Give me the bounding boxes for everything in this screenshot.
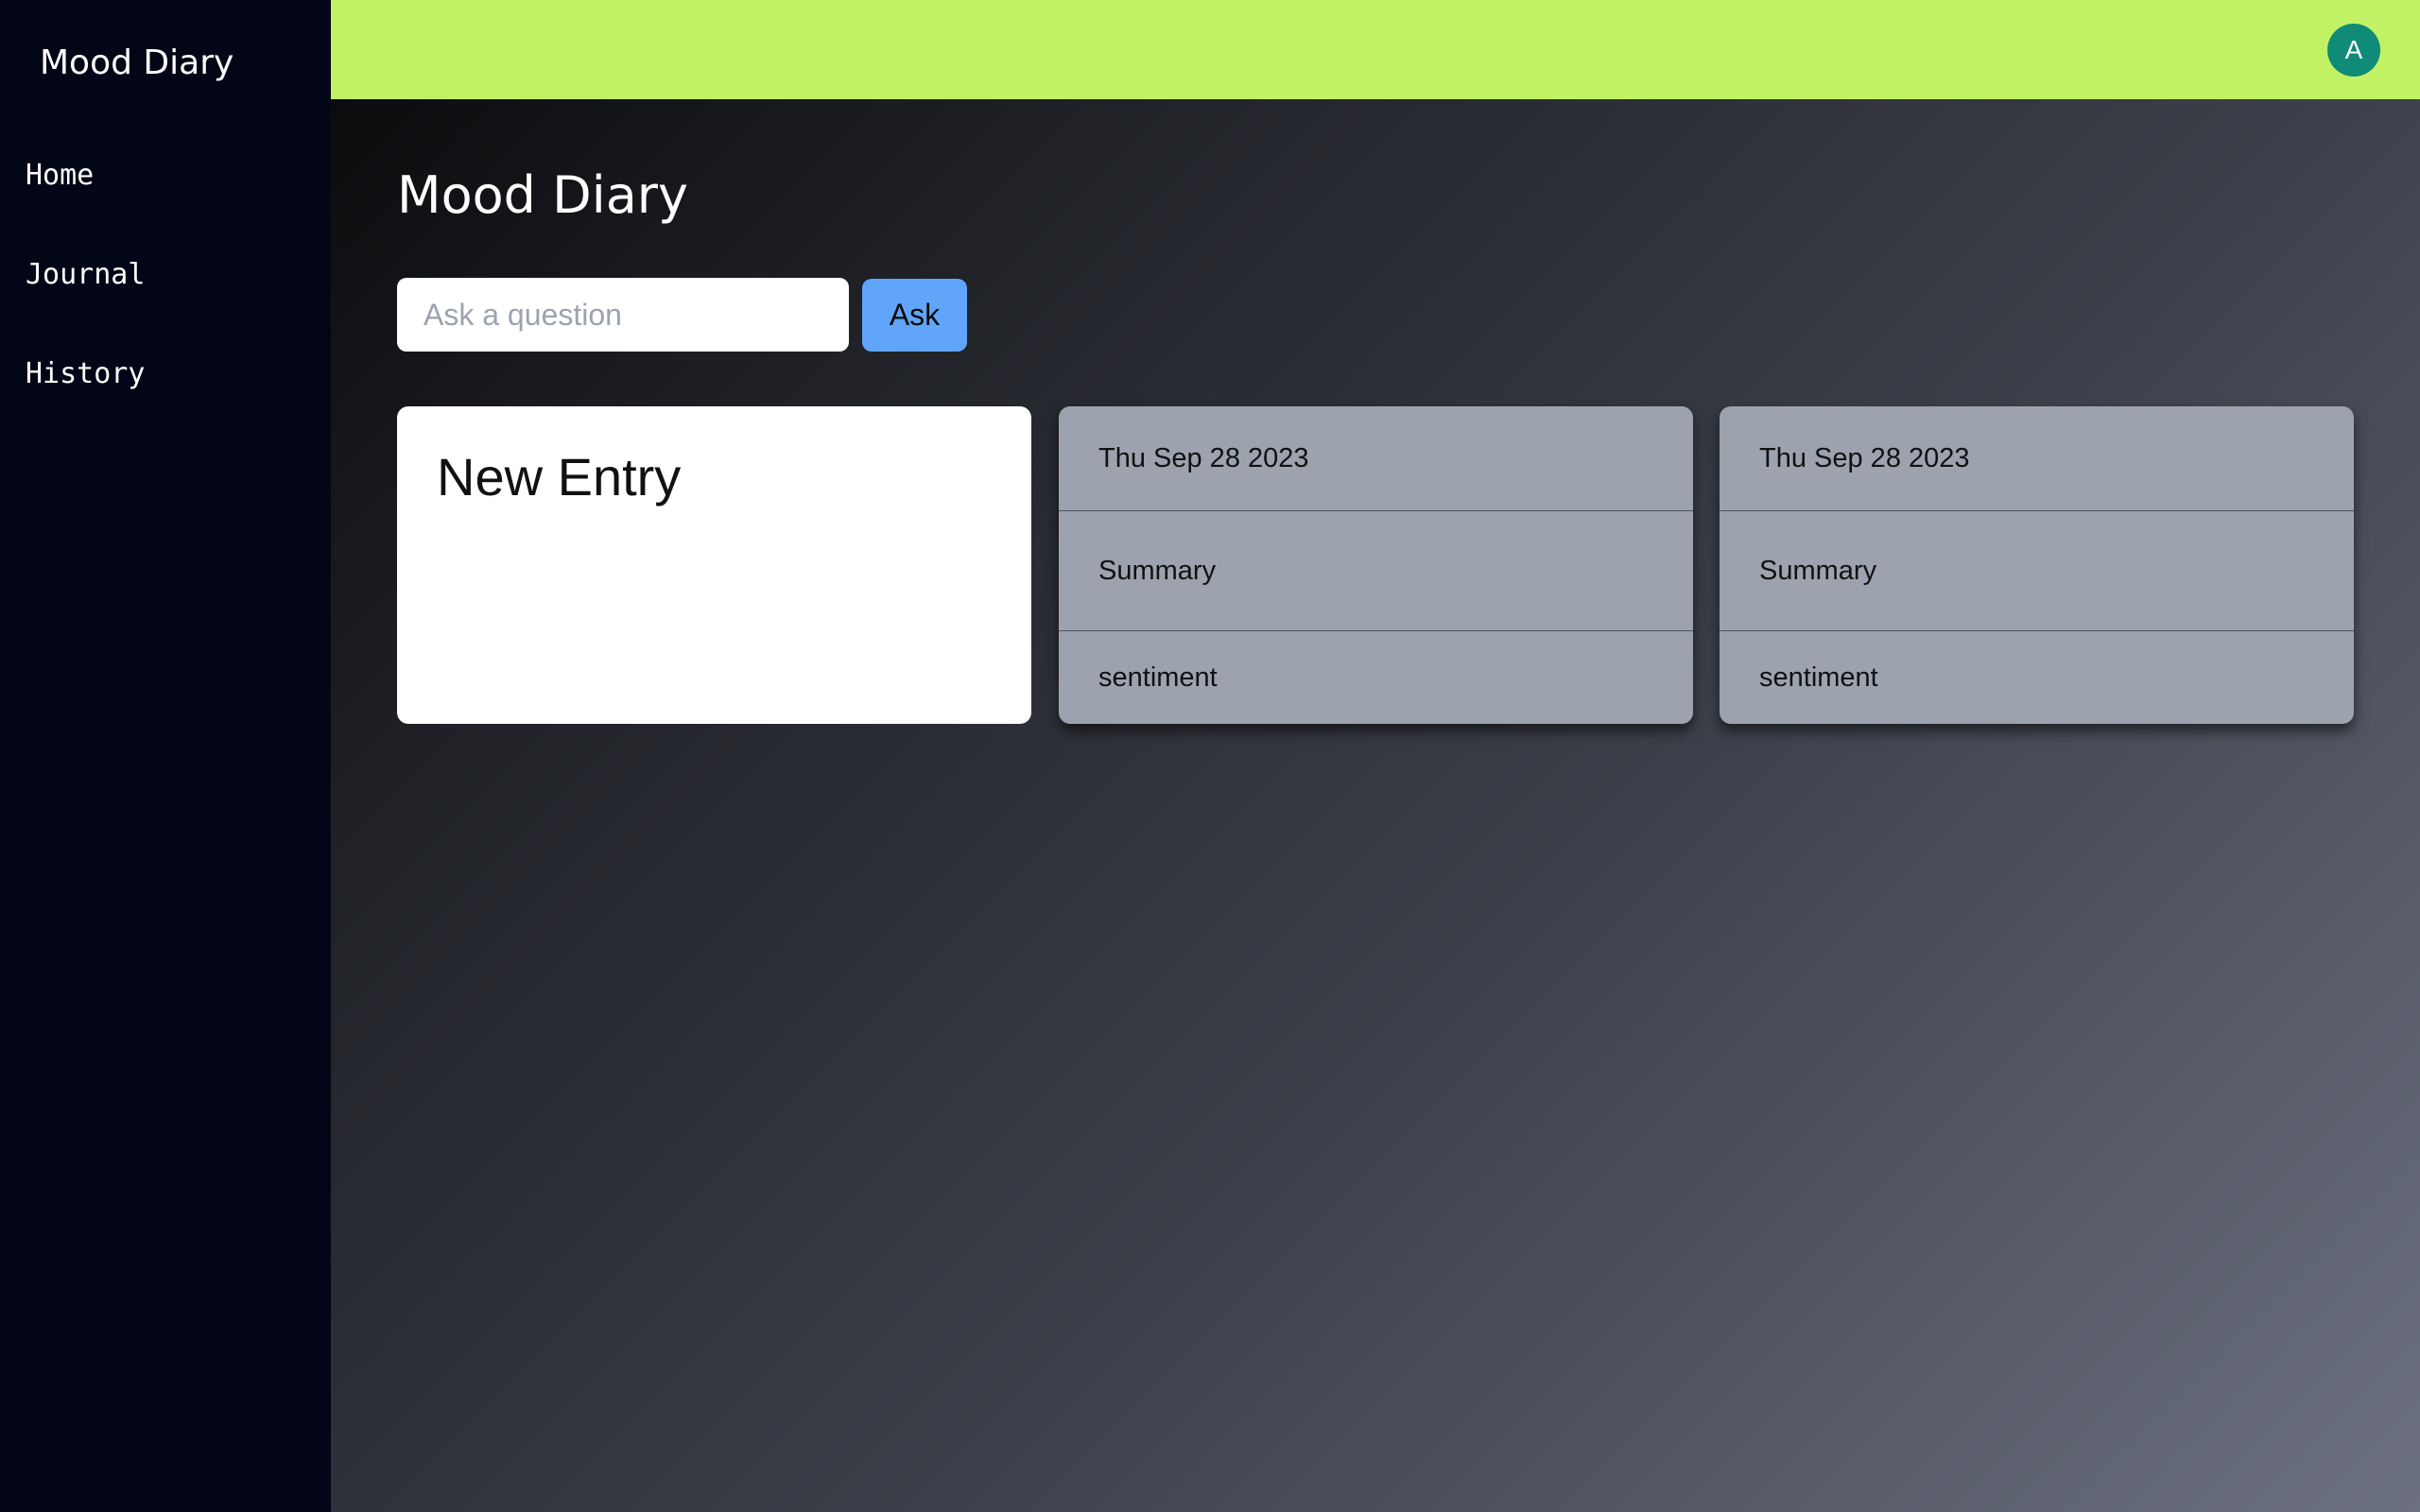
top-bar	[331, 0, 2420, 99]
entry-sentiment: sentiment	[1098, 662, 1218, 693]
app-root: Mood Diary Home Journal History A Mood D…	[0, 0, 2420, 1512]
page-title: Mood Diary	[397, 165, 688, 225]
entry-summary: Summary	[1720, 511, 2354, 631]
question-input[interactable]	[397, 278, 849, 352]
new-entry-label: New Entry	[437, 447, 682, 507]
entry-card[interactable]: Thu Sep 28 2023 Summary sentiment	[1059, 406, 1693, 724]
sidebar-item-journal[interactable]: Journal	[26, 256, 145, 294]
user-avatar[interactable]: A	[2327, 24, 2380, 77]
sidebar: Mood Diary Home Journal History	[0, 0, 331, 1512]
sidebar-brand: Mood Diary	[40, 43, 234, 82]
entry-summary: Summary	[1059, 511, 1693, 631]
sidebar-item-history[interactable]: History	[26, 355, 145, 393]
ask-button[interactable]: Ask	[862, 279, 967, 352]
entry-date: Thu Sep 28 2023	[1720, 406, 2354, 511]
entry-date: Thu Sep 28 2023	[1059, 406, 1693, 511]
entry-card[interactable]: Thu Sep 28 2023 Summary sentiment	[1720, 406, 2354, 724]
entry-sentiment: sentiment	[1759, 662, 1878, 693]
new-entry-card[interactable]: New Entry	[397, 406, 1031, 724]
sidebar-item-home[interactable]: Home	[26, 157, 94, 195]
